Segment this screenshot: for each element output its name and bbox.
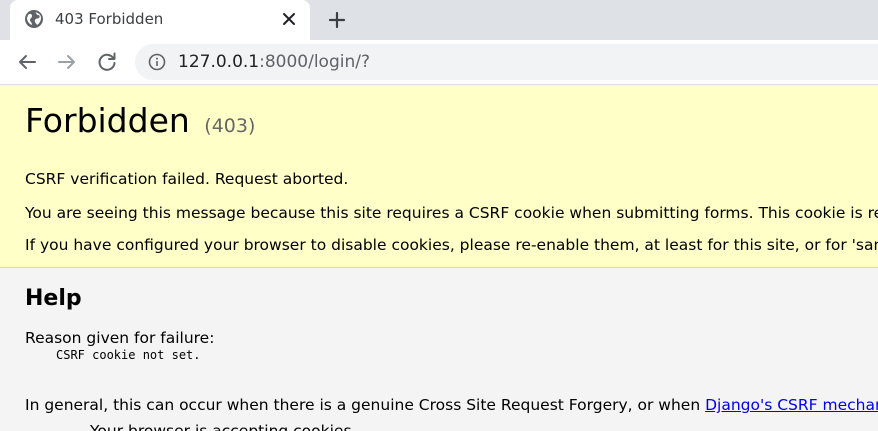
info-icon[interactable] [147, 52, 167, 72]
reload-icon[interactable] [95, 50, 119, 74]
browser-toolbar: 127.0.0.1:8000/login/? [0, 40, 878, 85]
general-text: In general, this can occur when there is… [25, 396, 706, 414]
general-explanation: In general, this can occur when there is… [25, 395, 878, 415]
address-bar[interactable]: 127.0.0.1:8000/login/? [135, 44, 878, 80]
globe-icon [24, 9, 44, 29]
status-code: (403) [204, 115, 256, 137]
cookies-hint: If you have configured your browser to d… [25, 236, 878, 254]
page-title: Forbidden (403) [25, 101, 255, 146]
error-explanation: You are seeing this message because this… [25, 204, 878, 222]
close-icon[interactable] [280, 10, 298, 28]
url-host: 127.0.0.1 [178, 52, 260, 72]
help-heading: Help [25, 286, 82, 311]
list-item: Your browser is accepting cookies. [90, 422, 357, 431]
title-text: Forbidden [25, 101, 190, 140]
forward-arrow-icon[interactable] [55, 50, 79, 74]
url-text[interactable]: 127.0.0.1:8000/login/? [178, 52, 370, 72]
error-message: CSRF verification failed. Request aborte… [25, 170, 349, 188]
browser-tab[interactable]: 403 Forbidden [10, 0, 310, 40]
reason-label: Reason given for failure: [25, 329, 215, 347]
url-path: :8000/login/? [259, 52, 370, 72]
error-summary: Forbidden (403) CSRF verification failed… [0, 85, 878, 268]
plus-icon[interactable] [325, 8, 349, 32]
back-arrow-icon[interactable] [15, 50, 39, 74]
page-content: Forbidden (403) CSRF verification failed… [0, 85, 878, 431]
tab-strip: 403 Forbidden [0, 0, 878, 40]
tab-title: 403 Forbidden [55, 10, 164, 28]
reason-value: CSRF cookie not set. [56, 348, 201, 362]
csrf-docs-link[interactable]: Django's CSRF mechani [705, 396, 878, 414]
